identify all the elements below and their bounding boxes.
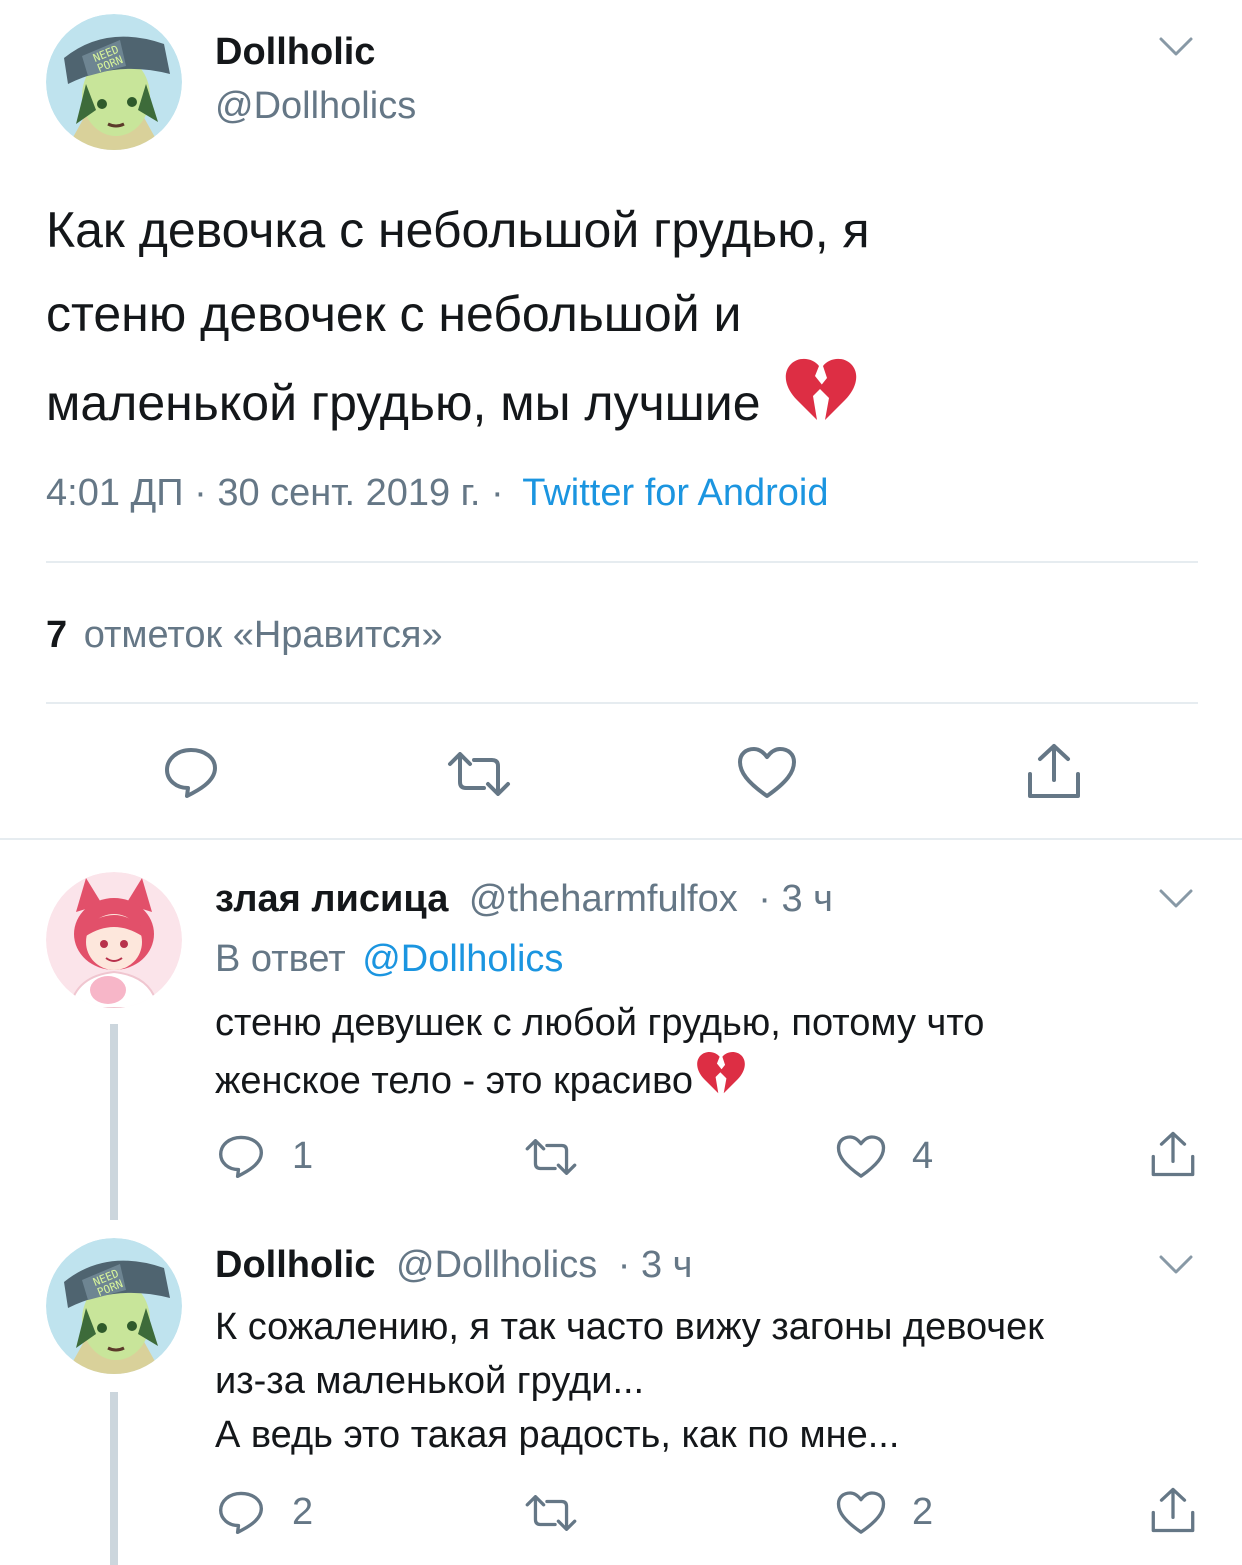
reply-icon[interactable] — [217, 1490, 265, 1534]
reply-text: К сожалению, я так часто вижу загоны дев… — [215, 1300, 1044, 1462]
reply-count: 1 — [292, 1135, 314, 1177]
reply-to-prefix: В ответ — [215, 938, 346, 980]
reply-time[interactable]: · 3 ч — [758, 878, 833, 920]
reply-header: злая лисица @theharmfulfox · 3 ч — [215, 876, 833, 922]
display-name[interactable]: Dollholic — [215, 1244, 375, 1286]
chevron-down-icon[interactable] — [1158, 36, 1194, 58]
handle[interactable]: @Dollholics — [396, 1244, 597, 1286]
reply-text-line: из-за маленькой груди... — [215, 1360, 645, 1402]
chevron-down-icon[interactable] — [1158, 1254, 1194, 1276]
timestamp[interactable]: 4:01 ДП · 30 сент. 2019 г. · — [46, 472, 504, 514]
tweet-text-line: стеню девочек с небольшой и — [46, 286, 742, 342]
broken-heart-icon — [695, 1050, 747, 1111]
share-icon[interactable] — [1026, 742, 1082, 800]
avatar[interactable] — [46, 872, 182, 1008]
avatar[interactable]: NEED PORN — [46, 1238, 182, 1374]
reply-text-line: А ведь это такая радость, как по мне... — [215, 1414, 900, 1456]
display-name[interactable]: злая лисица — [215, 878, 448, 920]
avatar[interactable]: NEED PORN — [46, 14, 182, 150]
like-count: 4 — [912, 1135, 934, 1177]
reply-text-line: женское тело - это красиво — [215, 1059, 694, 1102]
reply-text: стеню девушек с любой грудью, потому что… — [215, 996, 984, 1111]
likes-count: 7 — [46, 614, 68, 656]
reply-to: В ответ @Dollholics — [215, 936, 563, 982]
thread-line — [110, 1024, 118, 1220]
reply-text-line: К сожалению, я так часто вижу загоны дев… — [215, 1306, 1044, 1348]
reply-icon[interactable] — [217, 1134, 265, 1178]
share-icon[interactable] — [1150, 1130, 1196, 1178]
likes-summary[interactable]: 7 отметок «Нравится» — [46, 612, 443, 658]
retweet-icon[interactable] — [524, 1495, 578, 1531]
handle[interactable]: @theharmfulfox — [469, 878, 738, 920]
reply-count: 2 — [292, 1491, 314, 1533]
tweet-meta: 4:01 ДП · 30 сент. 2019 г. · Twitter for… — [46, 470, 828, 516]
chevron-down-icon[interactable] — [1158, 888, 1194, 910]
heart-icon[interactable] — [836, 1490, 886, 1536]
share-icon[interactable] — [1150, 1486, 1196, 1534]
section-divider — [0, 838, 1242, 840]
divider — [46, 561, 1198, 563]
likes-label: отметок «Нравится» — [83, 614, 443, 656]
retweet-icon[interactable] — [446, 752, 512, 796]
heart-icon[interactable] — [737, 746, 797, 800]
reply-text-line: стеню девушек с любой грудью, потому что — [215, 1002, 985, 1044]
tweet-text-line: Как девочка с небольшой грудью, я — [46, 202, 870, 258]
thread-line — [110, 1392, 118, 1565]
broken-heart-icon — [783, 356, 859, 449]
reply-icon[interactable] — [163, 746, 219, 798]
display-name[interactable]: Dollholic — [215, 30, 375, 74]
heart-icon[interactable] — [836, 1134, 886, 1180]
reply-header: Dollholic @Dollholics · 3 ч — [215, 1242, 692, 1288]
divider — [46, 702, 1198, 704]
retweet-icon[interactable] — [524, 1139, 578, 1175]
handle[interactable]: @Dollholics — [215, 84, 416, 128]
tweet-text-line: маленькой грудью, мы лучшие — [46, 374, 761, 431]
reply-time[interactable]: · 3 ч — [618, 1244, 693, 1286]
source-link[interactable]: Twitter for Android — [522, 472, 828, 514]
like-count: 2 — [912, 1491, 934, 1533]
reply-to-handle[interactable]: @Dollholics — [362, 938, 563, 980]
tweet-text: Как девочка с небольшой грудью, я стеню … — [46, 188, 870, 449]
